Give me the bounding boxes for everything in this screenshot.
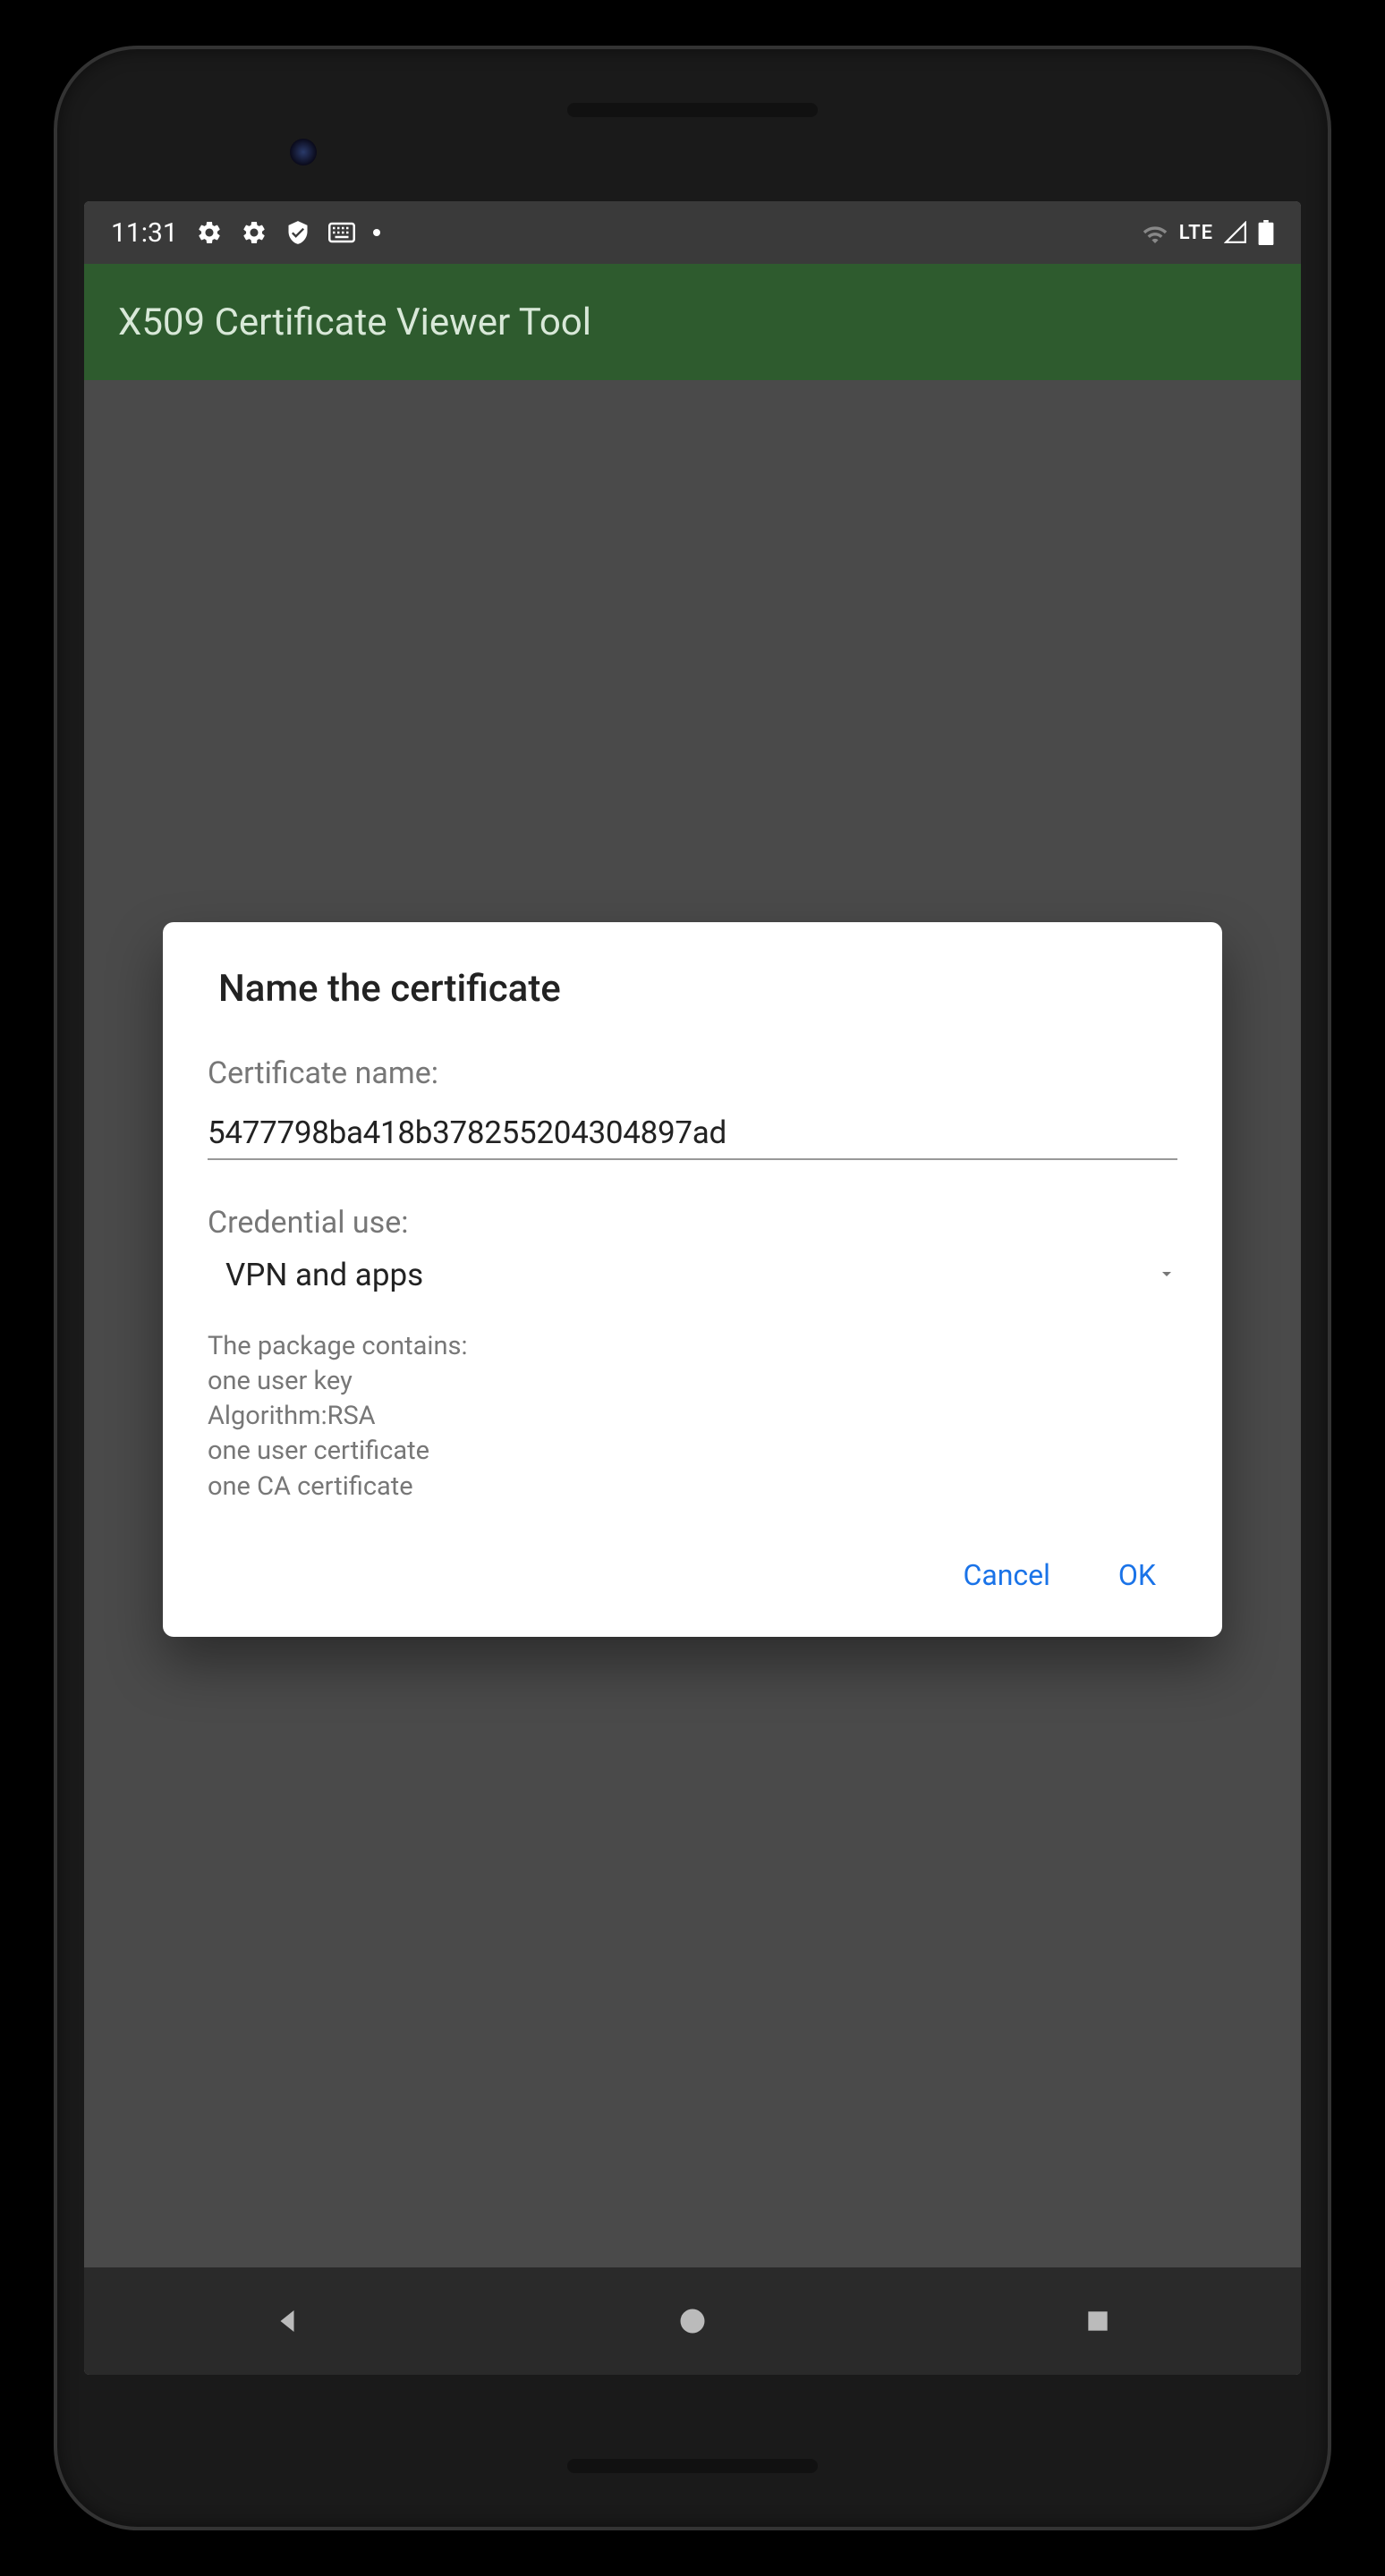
app-title: X509 Certificate Viewer Tool	[118, 301, 591, 344]
package-info-line: one user key	[208, 1364, 1177, 1399]
certificate-name-label: Certificate name:	[208, 1055, 1177, 1091]
package-info-line: Algorithm:RSA	[208, 1399, 1177, 1434]
nav-home-button[interactable]	[670, 2299, 715, 2343]
cellular-signal-icon	[1224, 221, 1247, 244]
dialog-button-row: Cancel OK	[208, 1549, 1177, 1610]
shield-icon	[285, 220, 310, 245]
status-bar: 11:31 LTE	[84, 201, 1301, 264]
android-nav-bar	[84, 2267, 1301, 2375]
credential-use-value: VPN and apps	[225, 1257, 423, 1293]
dialog-title: Name the certificate	[218, 967, 1177, 1011]
device-screen: 11:31 LTE	[84, 201, 1301, 2375]
battery-icon	[1258, 220, 1274, 245]
settings-gear-icon	[196, 219, 223, 246]
speaker-grille-top	[567, 103, 818, 117]
settings-gear-icon-2	[241, 219, 268, 246]
front-camera	[290, 139, 317, 165]
keyboard-icon	[328, 222, 355, 243]
package-contents-info: The package contains: one user key Algor…	[208, 1329, 1177, 1504]
nav-back-button[interactable]	[265, 2299, 310, 2343]
credential-use-dropdown[interactable]: VPN and apps	[208, 1257, 1177, 1293]
package-info-line: one CA certificate	[208, 1470, 1177, 1504]
app-bar: X509 Certificate Viewer Tool	[84, 264, 1301, 380]
status-right-group: LTE	[1142, 220, 1274, 245]
package-info-line: one user certificate	[208, 1434, 1177, 1469]
nav-recent-button[interactable]	[1075, 2299, 1120, 2343]
phone-device-frame: 11:31 LTE	[57, 49, 1328, 2527]
wifi-icon	[1142, 222, 1168, 243]
speaker-grille-bottom	[567, 2459, 818, 2473]
notification-dot-icon	[373, 229, 380, 236]
package-info-header: The package contains:	[208, 1329, 1177, 1364]
app-content-area: Name the certificate Certificate name: C…	[84, 380, 1301, 2267]
status-time: 11:31	[111, 217, 178, 249]
network-lte-label: LTE	[1179, 222, 1213, 244]
ok-button[interactable]: OK	[1111, 1549, 1163, 1601]
cancel-button[interactable]: Cancel	[956, 1549, 1058, 1601]
name-certificate-dialog: Name the certificate Certificate name: C…	[163, 922, 1222, 1637]
credential-use-label: Credential use:	[208, 1205, 1177, 1241]
status-left-group: 11:31	[111, 217, 380, 249]
certificate-name-input[interactable]	[208, 1107, 1177, 1160]
chevron-down-icon	[1156, 1263, 1177, 1288]
